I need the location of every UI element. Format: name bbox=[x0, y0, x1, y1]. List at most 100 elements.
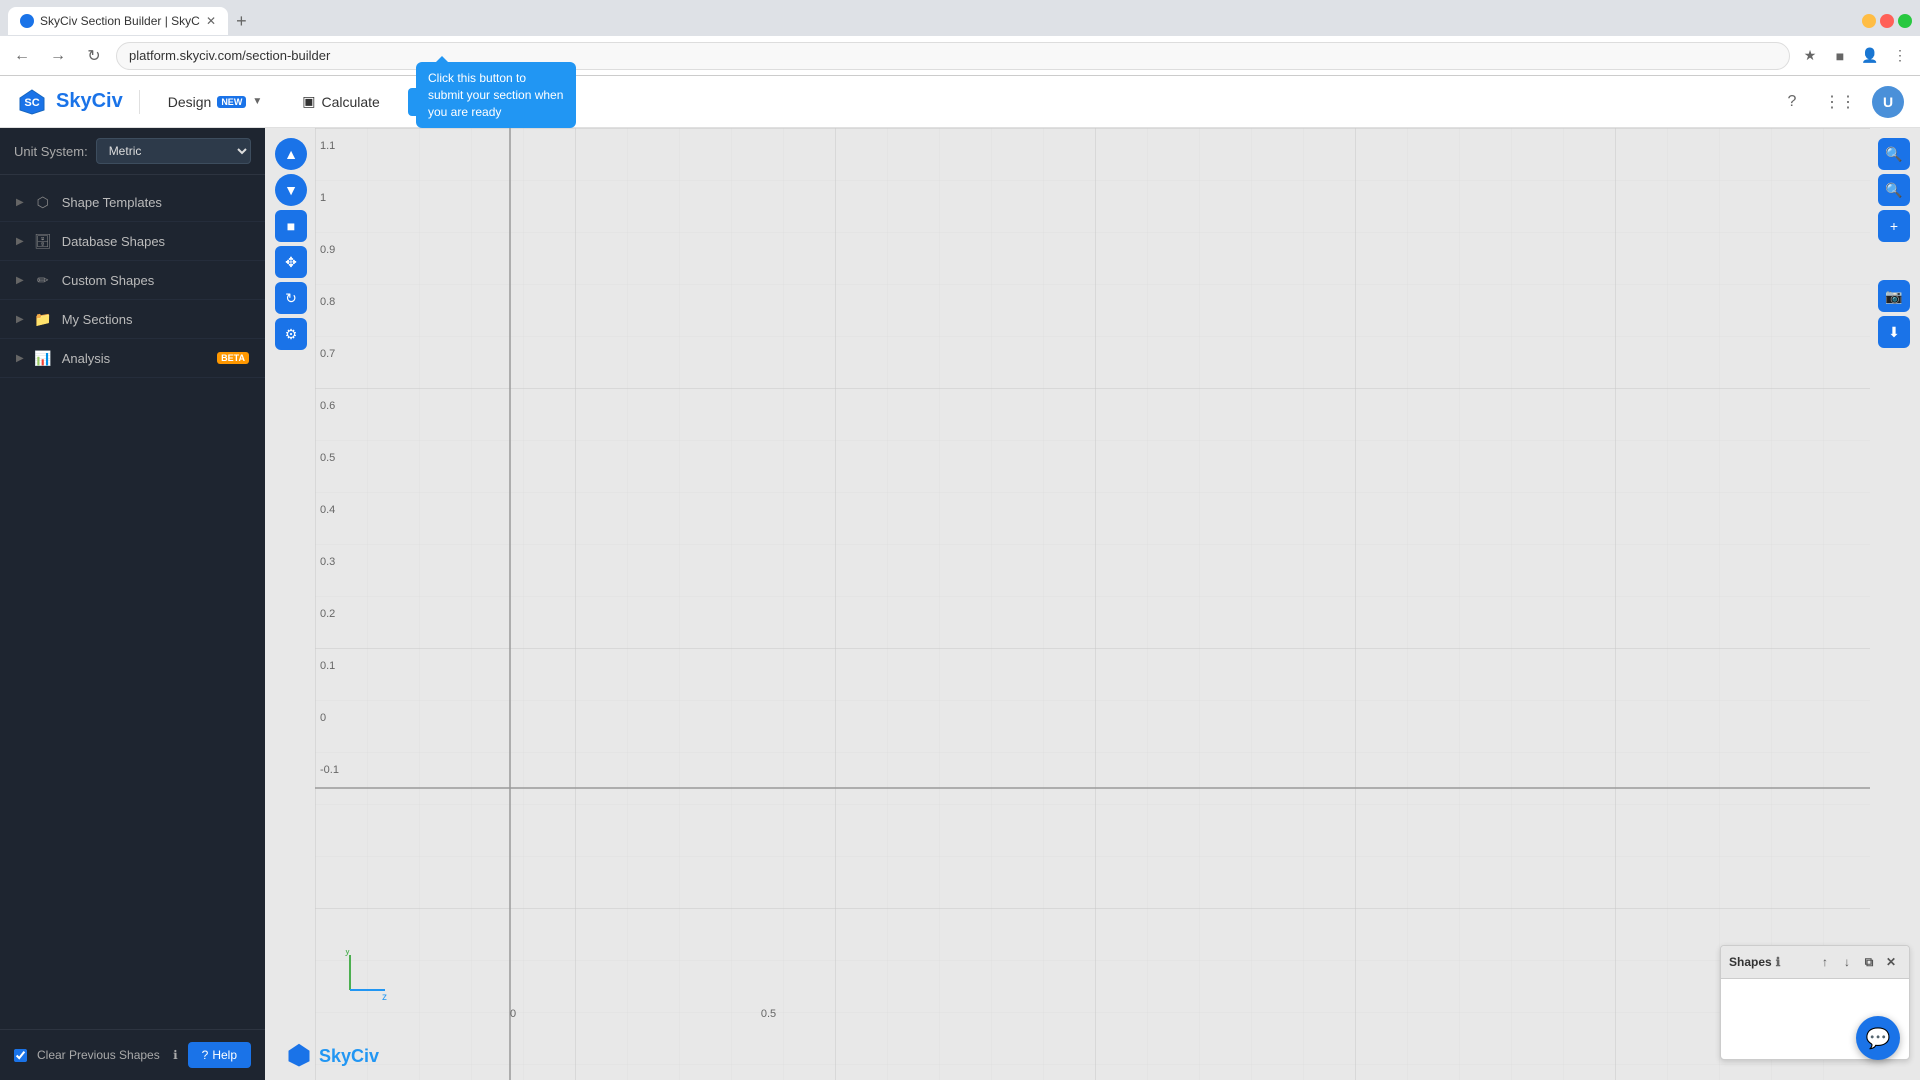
axis-label-0-9: 0.9 bbox=[320, 242, 339, 294]
panel-down-icon[interactable]: ↓ bbox=[1837, 952, 1857, 972]
x-label-0-5: 0.5 bbox=[516, 1008, 776, 1020]
nav-divider bbox=[139, 90, 140, 114]
shapes-panel-title: Shapes bbox=[1729, 955, 1772, 969]
tab-title: SkyCiv Section Builder | SkyCiv P... bbox=[40, 14, 200, 28]
design-chevron-icon: ▼ bbox=[252, 96, 262, 107]
sidebar-footer: Clear Previous Shapes ℹ ? Help bbox=[0, 1029, 265, 1080]
new-tab-button[interactable]: + bbox=[228, 11, 255, 32]
chevron-right-icon-3: ▶ bbox=[16, 275, 24, 286]
apps-icon-btn[interactable]: ⋮⋮ bbox=[1824, 86, 1856, 118]
chevron-right-icon-2: ▶ bbox=[16, 236, 24, 247]
chevron-right-icon-5: ▶ bbox=[16, 353, 24, 364]
logo-text: SkyCiv bbox=[56, 90, 123, 113]
shape-templates-icon: ⬡ bbox=[34, 193, 52, 211]
calculate-nav-item[interactable]: ▣ Calculate bbox=[290, 87, 392, 116]
custom-shapes-label: Custom Shapes bbox=[62, 273, 249, 288]
download-button[interactable]: ⬇ bbox=[1878, 316, 1910, 348]
sidebar: Unit System: Metric Imperial ▶ ⬡ Shape T… bbox=[0, 128, 265, 1080]
pan-down-button[interactable]: ▼ bbox=[275, 174, 307, 206]
sidebar-item-my-sections[interactable]: ▶ 📁 My Sections bbox=[0, 300, 265, 339]
logo: SC SkyCiv bbox=[16, 86, 123, 118]
axis-label-0-7: 0.7 bbox=[320, 346, 339, 398]
panel-up-icon[interactable]: ↑ bbox=[1815, 952, 1835, 972]
axis-label-0-3: 0.3 bbox=[320, 554, 339, 606]
design-nav-item[interactable]: Design NEW ▼ bbox=[156, 88, 275, 116]
clear-label: Clear Previous Shapes bbox=[37, 1048, 163, 1062]
spacer bbox=[1878, 246, 1910, 276]
design-label: Design bbox=[168, 94, 212, 110]
tab-favicon bbox=[20, 14, 34, 28]
extensions-icon[interactable]: ■ bbox=[1828, 44, 1852, 68]
select-tool-button[interactable]: ■ bbox=[275, 210, 307, 242]
user-avatar[interactable]: U bbox=[1872, 86, 1904, 118]
move-tool-button[interactable]: ✥ bbox=[275, 246, 307, 278]
axis-label-0-5: 0.5 bbox=[320, 450, 339, 502]
custom-shapes-icon: ✏ bbox=[34, 271, 52, 289]
analysis-label: Analysis bbox=[62, 351, 207, 366]
sidebar-item-database-shapes[interactable]: ▶ 🗄 Database Shapes bbox=[0, 222, 265, 261]
axis-label-0-2: 0.2 bbox=[320, 606, 339, 658]
back-button[interactable]: ← bbox=[8, 42, 36, 70]
canvas-area: ▲ ▼ ■ ✥ ↻ ⚙ bbox=[265, 128, 1920, 1080]
chevron-right-icon: ▶ bbox=[16, 197, 24, 208]
bookmark-icon[interactable]: ★ bbox=[1798, 44, 1822, 68]
analysis-icon: 📊 bbox=[34, 349, 52, 367]
clear-previous-shapes-checkbox[interactable] bbox=[14, 1049, 27, 1062]
shapes-panel-header: Shapes ℹ ↑ ↓ ⧉ ✕ bbox=[1721, 946, 1909, 979]
settings-tool-button[interactable]: ⚙ bbox=[275, 318, 307, 350]
browser-tab[interactable]: SkyCiv Section Builder | SkyCiv P... ✕ bbox=[8, 7, 228, 35]
minimize-btn[interactable] bbox=[1862, 14, 1876, 28]
design-badge: NEW bbox=[217, 96, 246, 108]
database-shapes-icon: 🗄 bbox=[34, 232, 52, 250]
right-toolbar: 🔍 🔍 + 📷 ⬇ bbox=[1878, 138, 1910, 348]
menu-icon[interactable]: ⋮ bbox=[1888, 44, 1912, 68]
axis-label-1: 1 bbox=[320, 190, 339, 242]
help-button[interactable]: ? Help bbox=[188, 1042, 251, 1068]
unit-label: Unit System: bbox=[14, 144, 88, 159]
database-shapes-label: Database Shapes bbox=[62, 234, 249, 249]
panel-copy-icon[interactable]: ⧉ bbox=[1859, 952, 1879, 972]
maximize-btn[interactable] bbox=[1880, 14, 1894, 28]
shape-templates-label: Shape Templates bbox=[62, 195, 249, 210]
beta-badge: BETA bbox=[217, 352, 249, 364]
calculate-label: Calculate bbox=[321, 94, 379, 110]
camera-button[interactable]: 📷 bbox=[1878, 280, 1910, 312]
bottom-brand: SkyCiv bbox=[285, 1042, 379, 1070]
unit-select[interactable]: Metric Imperial bbox=[96, 138, 251, 164]
grid-canvas bbox=[315, 128, 1870, 1080]
zoom-out-button[interactable]: 🔍 bbox=[1878, 174, 1910, 206]
sidebar-item-analysis[interactable]: ▶ 📊 Analysis BETA bbox=[0, 339, 265, 378]
pan-up-button[interactable]: ▲ bbox=[275, 138, 307, 170]
logo-icon: SC bbox=[16, 86, 48, 118]
close-btn[interactable] bbox=[1898, 14, 1912, 28]
help-icon-btn[interactable]: ? bbox=[1776, 86, 1808, 118]
rotate-tool-button[interactable]: ↻ bbox=[275, 282, 307, 314]
shapes-panel-info-icon[interactable]: ℹ bbox=[1776, 955, 1781, 969]
panel-close-icon[interactable]: ✕ bbox=[1881, 952, 1901, 972]
sidebar-item-custom-shapes[interactable]: ▶ ✏ Custom Shapes bbox=[0, 261, 265, 300]
tab-close-btn[interactable]: ✕ bbox=[206, 14, 216, 28]
submit-tooltip: Click this button to submit your section… bbox=[416, 62, 576, 128]
bottom-brand-icon bbox=[285, 1042, 313, 1070]
svg-text:SC: SC bbox=[24, 97, 39, 109]
axis-label-0-4: 0.4 bbox=[320, 502, 339, 554]
clear-info-icon[interactable]: ℹ bbox=[173, 1048, 178, 1062]
add-button[interactable]: + bbox=[1878, 210, 1910, 242]
my-sections-icon: 📁 bbox=[34, 310, 52, 328]
forward-button[interactable]: → bbox=[44, 42, 72, 70]
sidebar-item-shape-templates[interactable]: ▶ ⬡ Shape Templates bbox=[0, 183, 265, 222]
axis-label-neg-0-1: -0.1 bbox=[320, 762, 339, 814]
axis-label-0-6: 0.6 bbox=[320, 398, 339, 450]
my-sections-label: My Sections bbox=[62, 312, 249, 327]
address-bar[interactable] bbox=[116, 42, 1790, 70]
chat-button[interactable]: 💬 bbox=[1856, 1016, 1900, 1060]
zoom-in-button[interactable]: 🔍 bbox=[1878, 138, 1910, 170]
unit-system-row: Unit System: Metric Imperial bbox=[0, 128, 265, 175]
axis-label-0-8: 0.8 bbox=[320, 294, 339, 346]
refresh-button[interactable]: ↻ bbox=[80, 42, 108, 70]
chevron-right-icon-4: ▶ bbox=[16, 314, 24, 325]
chat-icon: 💬 bbox=[1866, 1026, 1891, 1051]
bottom-brand-text: SkyCiv bbox=[319, 1046, 379, 1067]
profile-icon[interactable]: 👤 bbox=[1858, 44, 1882, 68]
axis-label-1-1: 1.1 bbox=[320, 138, 339, 190]
